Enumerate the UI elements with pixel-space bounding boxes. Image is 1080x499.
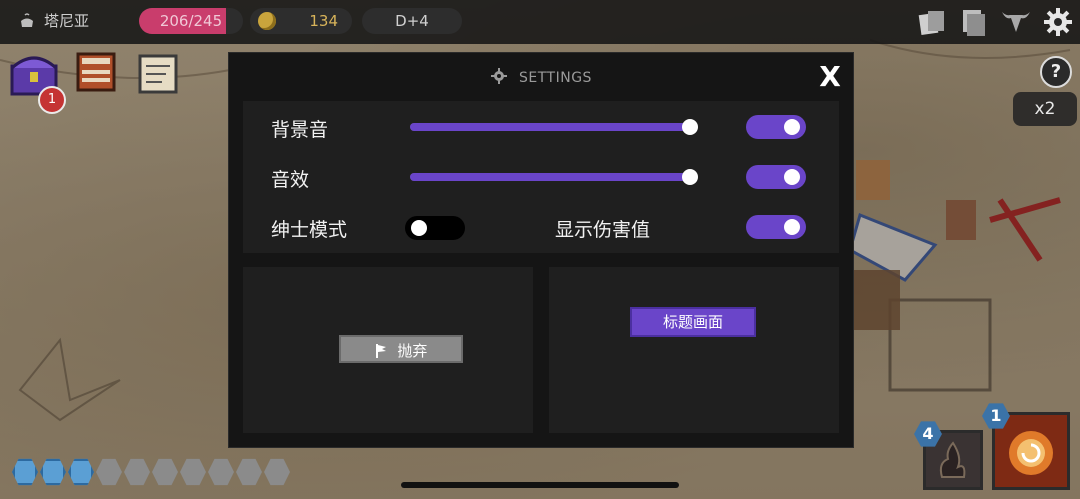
bgm-slider-knob[interactable] — [682, 119, 698, 135]
location: 塔尼亚 — [18, 10, 89, 31]
toggle-knob — [784, 219, 800, 235]
gentleman-mode-toggle[interactable] — [405, 216, 465, 240]
close-button[interactable]: X — [818, 63, 842, 91]
gem-empty-icon — [180, 458, 206, 486]
speed-toggle-button[interactable]: x2 — [1013, 92, 1077, 126]
top-hud-bar: 塔尼亚 206/245 134 D+4 — [0, 0, 1080, 44]
gem-bar — [12, 458, 290, 486]
audio-display-panel: 背景音 音效 绅士模式 显示伤害值 — [243, 101, 839, 253]
hp-text: 206/245 — [159, 12, 223, 30]
abandon-panel: 抛弃 — [243, 267, 533, 433]
location-name: 塔尼亚 — [44, 12, 90, 30]
sfx-volume-slider[interactable] — [410, 169, 698, 185]
gear-icon — [491, 68, 508, 84]
help-button[interactable]: ? — [1040, 56, 1072, 88]
bgm-volume-slider[interactable] — [410, 119, 698, 135]
settings-gear-icon[interactable] — [1042, 6, 1074, 38]
settings-dialog: SETTINGS X 背景音 音效 绅士模式 显示伤害值 抛弃 标题画面 — [228, 52, 854, 448]
gem-empty-icon — [96, 458, 122, 486]
abandon-button-label: 抛弃 — [397, 342, 428, 360]
gem-filled-icon — [40, 458, 66, 486]
gem-empty-icon — [236, 458, 262, 486]
gem-filled-icon — [12, 458, 38, 486]
show-damage-label: 显示伤害值 — [555, 219, 651, 241]
gem-filled-icon — [68, 458, 94, 486]
settings-title: SETTINGS — [229, 67, 853, 86]
settings-title-text: SETTINGS — [519, 70, 592, 86]
sfx-slider-fill — [410, 173, 690, 181]
pot-icon — [21, 12, 33, 27]
show-damage-toggle[interactable] — [746, 215, 806, 239]
gem-empty-icon — [152, 458, 178, 486]
scroll-case-icon[interactable] — [70, 48, 122, 100]
coin-icon — [258, 12, 276, 30]
top-menu-icons — [916, 6, 1074, 38]
bgm-label: 背景音 — [271, 119, 329, 141]
depth-indicator: D+4 — [362, 8, 462, 34]
gem-empty-icon — [264, 458, 290, 486]
sfx-label: 音效 — [271, 169, 310, 191]
bull-skull-icon[interactable] — [1000, 6, 1032, 38]
deck-icon[interactable] — [958, 6, 990, 38]
bgm-slider-fill — [410, 123, 690, 131]
sfx-toggle[interactable] — [746, 165, 806, 189]
home-indicator — [401, 482, 679, 488]
abandon-button[interactable]: 抛弃 — [339, 335, 463, 363]
flag-icon — [375, 344, 386, 358]
bgm-toggle[interactable] — [746, 115, 806, 139]
gentleman-mode-label: 绅士模式 — [271, 219, 348, 241]
fire-spiral-icon — [1009, 431, 1053, 475]
coin-count: 134 — [309, 12, 338, 30]
cards-icon[interactable] — [916, 6, 948, 38]
gem-empty-icon — [124, 458, 150, 486]
toggle-knob — [784, 119, 800, 135]
notification-badge: 1 — [38, 86, 66, 114]
sfx-slider-knob[interactable] — [682, 169, 698, 185]
gem-empty-icon — [208, 458, 234, 486]
map-scroll-icon[interactable] — [132, 48, 184, 100]
inventory-items — [8, 48, 184, 100]
toggle-knob — [784, 169, 800, 185]
title-screen-button[interactable]: 标题画面 — [630, 307, 756, 337]
toggle-knob — [411, 220, 427, 236]
coin-counter: 134 — [250, 8, 352, 34]
hp-bar: 206/245 — [139, 8, 243, 34]
title-screen-panel: 标题画面 — [549, 267, 839, 433]
depth-text: D+4 — [395, 12, 429, 30]
